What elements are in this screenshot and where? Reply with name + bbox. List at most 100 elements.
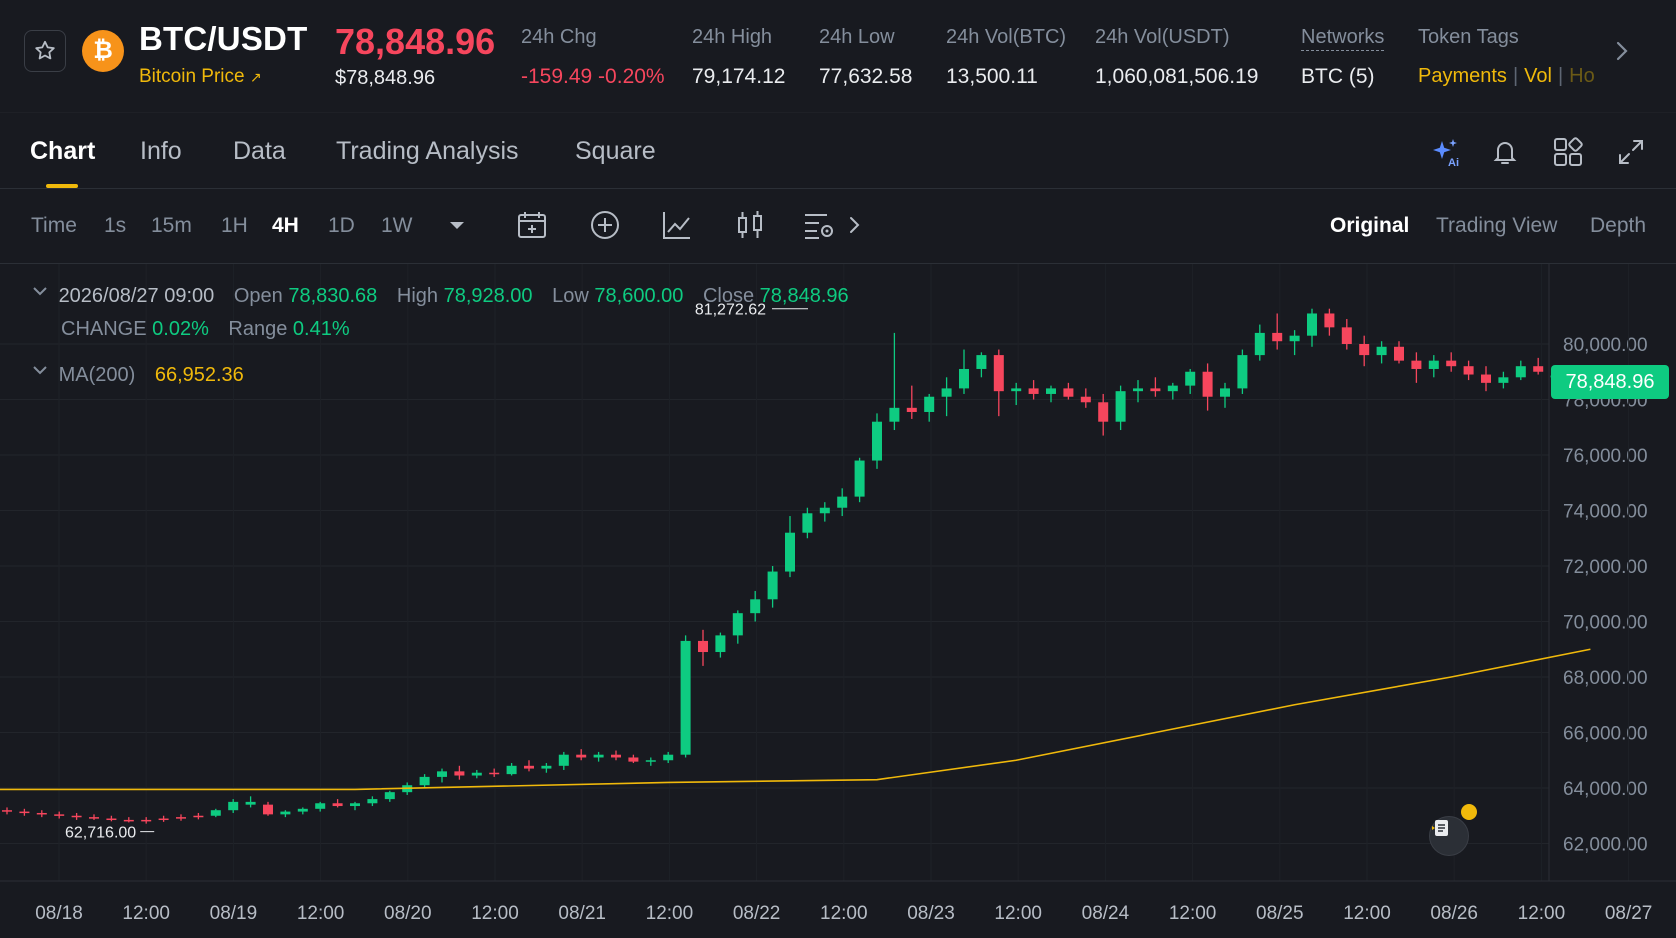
candle-body [715, 635, 726, 653]
open-label: Open [233, 285, 283, 307]
candle-body [1133, 388, 1143, 392]
candle-body [2, 810, 12, 812]
ohlc-legend: 2026/08/27 09:00 Open 78,830.68 High 78,… [31, 285, 863, 308]
x-axis-label: 08/19 [210, 903, 258, 924]
token-tag[interactable]: Vol [1524, 65, 1552, 88]
timeframe-dropdown-icon[interactable] [440, 207, 474, 243]
candle-body [1237, 355, 1248, 389]
close-label: Close [702, 285, 755, 307]
candle-body [732, 613, 743, 636]
candle-body [524, 765, 534, 769]
timeframe-15m[interactable]: 15m [151, 214, 192, 238]
fullscreen-icon[interactable] [1614, 135, 1648, 169]
chevron-right-icon[interactable] [1612, 38, 1632, 69]
stat-value: 1,060,081,506.19 [1095, 65, 1259, 88]
candle-body [698, 640, 708, 653]
view-original[interactable]: Original [1330, 214, 1409, 238]
active-tab-indicator [46, 184, 78, 188]
x-axis-label: 08/27 [1605, 903, 1653, 924]
candle-body [19, 811, 30, 814]
timeframe-time[interactable]: Time [31, 214, 77, 238]
tag-separator: | [1512, 65, 1519, 87]
trading-pair[interactable]: BTC/USDT [139, 20, 307, 58]
line-chart-icon[interactable] [659, 207, 695, 243]
candle-body [1272, 332, 1283, 342]
y-axis-label: 68,000.00 [1563, 668, 1648, 689]
change-label: CHANGE [61, 318, 147, 340]
tab-trading-analysis[interactable]: Trading Analysis [336, 137, 519, 166]
candle-body [558, 754, 569, 766]
candle-body [1394, 346, 1404, 361]
candle-body [1463, 366, 1474, 375]
candle-body [663, 754, 674, 761]
external-link-icon: ↗ [249, 69, 262, 85]
candle-body [1185, 371, 1196, 386]
high-label: High [396, 285, 439, 307]
stat-networks[interactable]: Networks BTC (5) [1301, 26, 1385, 89]
x-axis-label: 08/20 [384, 903, 432, 924]
candle-body [959, 368, 969, 389]
chart-settings-icon[interactable] [801, 207, 837, 243]
x-axis-label: 12:00 [297, 903, 345, 924]
candle-body [1011, 388, 1022, 392]
tab-data[interactable]: Data [233, 137, 286, 166]
candle-body [228, 801, 239, 811]
coin-price-link[interactable]: Bitcoin Price ↗ [139, 66, 262, 88]
favorite-star-icon[interactable] [24, 30, 66, 72]
candle-body [837, 496, 848, 508]
view-depth[interactable]: Depth [1590, 214, 1646, 238]
layout-grid-icon[interactable] [1551, 135, 1585, 169]
token-tag[interactable]: Payments [1418, 65, 1507, 88]
stat-token-tags: Token Tags Payments | Vol | Ho [1418, 26, 1596, 88]
candle-body [593, 754, 604, 758]
x-axis-label: 08/21 [558, 903, 606, 924]
tab-info[interactable]: Info [140, 137, 182, 166]
candle-body [106, 818, 117, 821]
content-tabs: Chart Info Data Trading Analysis Square … [0, 112, 1676, 189]
candle-body [906, 407, 917, 412]
x-axis-label: 12:00 [1343, 903, 1391, 924]
stat-value: -159.49 -0.20% [521, 65, 665, 88]
ai-sparkle-icon[interactable]: Ai [1428, 135, 1462, 169]
timeframe-4h[interactable]: 4H [272, 214, 299, 238]
candle-body [89, 817, 99, 819]
candle-body [1046, 388, 1056, 394]
last-price-usd: $78,848.96 [335, 67, 436, 89]
timeframe-1d[interactable]: 1D [328, 214, 355, 238]
x-axis-label: 08/22 [733, 903, 781, 924]
x-axis-label: 08/25 [1256, 903, 1304, 924]
token-tag[interactable]: Ho [1569, 65, 1595, 88]
timeframe-1w[interactable]: 1W [381, 214, 413, 238]
tab-square[interactable]: Square [575, 137, 656, 166]
ma-value: 66,952.36 [154, 364, 244, 386]
toolbar-more-chevron-icon[interactable] [845, 207, 865, 243]
timeframe-1h[interactable]: 1H [221, 214, 248, 238]
x-axis-label: 12:00 [122, 903, 170, 924]
y-axis-label: 76,000.00 [1563, 446, 1648, 467]
timeframe-1s[interactable]: 1s [104, 214, 126, 238]
candlestick-type-icon[interactable] [732, 207, 768, 243]
candlestick-chart[interactable]: 62,000.00 64,000.00 66,000.00 68,000.00 70,0… [0, 264, 1676, 938]
bell-icon[interactable] [1488, 135, 1522, 169]
candle-body [332, 803, 343, 807]
add-indicator-icon[interactable] [587, 207, 623, 243]
tag-separator: | [1557, 65, 1564, 87]
view-trading-view[interactable]: Trading View [1436, 214, 1557, 238]
news-feed-button[interactable] [1429, 816, 1469, 856]
stat-value[interactable]: BTC (5) [1301, 65, 1384, 89]
candle-body [819, 507, 830, 514]
candle-body [54, 814, 65, 816]
change-value: 0.02% [152, 318, 209, 340]
stat-24h-low: 24h Low 77,632.58 [819, 26, 912, 89]
x-axis-label: 12:00 [994, 903, 1042, 924]
candle-body [1428, 360, 1439, 369]
y-axis-label: 62,000.00 [1563, 835, 1648, 856]
range-value: 0.41% [292, 318, 350, 340]
candle-body [1254, 332, 1265, 356]
calendar-add-icon[interactable] [514, 207, 550, 243]
tab-chart[interactable]: Chart [30, 137, 95, 166]
chart-canvas[interactable]: 62,000.00 64,000.00 66,000.00 68,000.00 70,0… [0, 264, 1676, 938]
stat-label: Networks [1301, 26, 1385, 51]
candle-body [1481, 374, 1491, 383]
candle-body [1533, 366, 1544, 372]
